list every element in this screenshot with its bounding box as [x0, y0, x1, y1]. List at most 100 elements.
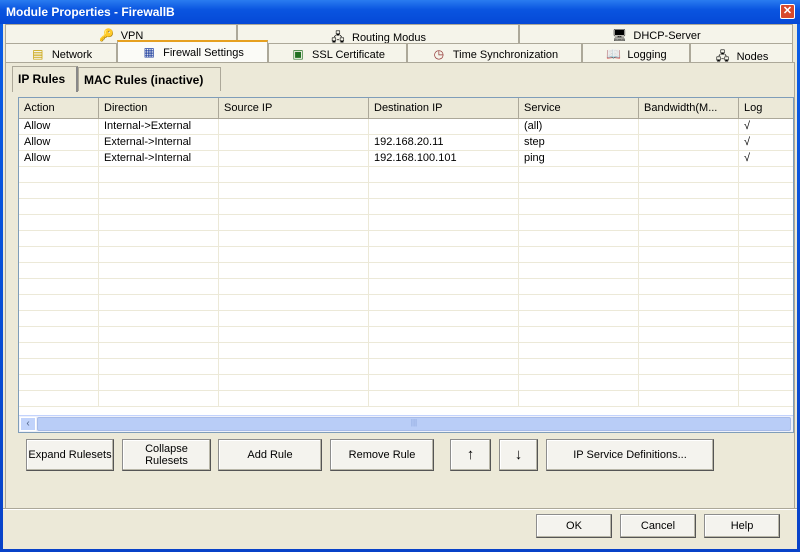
collapse-rulesets-button[interactable]: Collapse Rulesets: [122, 439, 211, 471]
tab-label: Time Synchronization: [452, 49, 559, 61]
table-row[interactable]: Allow Internal->External (all) √: [19, 119, 793, 135]
column-header[interactable]: Action: [19, 98, 99, 119]
empty-row[interactable]: [19, 247, 793, 263]
table-cell: Allow: [19, 135, 99, 151]
tab-label: Logging: [627, 49, 667, 61]
tab-routing-modus[interactable]: 🖧 Routing Modus: [237, 24, 519, 44]
table-cell: [639, 343, 739, 359]
table-cell: [739, 375, 793, 391]
column-header[interactable]: Destination IP: [369, 98, 519, 119]
table-cell: [369, 231, 519, 247]
move-down-button[interactable]: ↓: [499, 439, 538, 471]
table-cell: [639, 295, 739, 311]
tab-logging[interactable]: 📖 Logging: [582, 43, 690, 63]
subtab-mac-rules[interactable]: MAC Rules (inactive): [78, 67, 221, 91]
table-cell: [369, 215, 519, 231]
remove-rule-button[interactable]: Remove Rule: [330, 439, 434, 471]
table-cell: [99, 327, 219, 343]
horizontal-scrollbar[interactable]: ‹ |||: [19, 415, 793, 432]
table-cell: [739, 279, 793, 295]
column-header[interactable]: Log: [739, 98, 793, 119]
table-cell: [219, 375, 369, 391]
table-cell: [639, 167, 739, 183]
empty-row[interactable]: [19, 215, 793, 231]
column-header[interactable]: Direction: [99, 98, 219, 119]
add-rule-button[interactable]: Add Rule: [218, 439, 322, 471]
empty-row[interactable]: [19, 359, 793, 375]
table-cell: [99, 263, 219, 279]
table-cell: [519, 263, 639, 279]
table-cell: [639, 231, 739, 247]
table-cell: [739, 391, 793, 407]
column-header[interactable]: Service: [519, 98, 639, 119]
key-icon: 🔑: [99, 28, 115, 42]
empty-row[interactable]: [19, 263, 793, 279]
ip-service-definitions-button[interactable]: IP Service Definitions...: [546, 439, 714, 471]
table-cell: [19, 183, 99, 199]
table-cell: (all): [519, 119, 639, 135]
empty-row[interactable]: [19, 279, 793, 295]
table-cell: [219, 119, 369, 135]
table-cell: [219, 391, 369, 407]
arrow-down-icon: ↓: [514, 446, 523, 463]
table-row[interactable]: Allow External->Internal 192.168.100.101 pi…: [19, 151, 793, 167]
tab-network[interactable]: ▤ Network: [5, 43, 117, 63]
table-cell: ping: [519, 151, 639, 167]
table-cell: [99, 215, 219, 231]
empty-row[interactable]: [19, 231, 793, 247]
table-cell: [99, 295, 219, 311]
ok-button[interactable]: OK: [536, 514, 612, 538]
empty-row[interactable]: [19, 167, 793, 183]
table-cell: [639, 263, 739, 279]
table-cell: [639, 183, 739, 199]
scroll-left-icon[interactable]: ‹: [20, 417, 36, 431]
table-cell: [219, 135, 369, 151]
tab-dhcp-server[interactable]: 🖥 DHCP-Server: [519, 24, 793, 44]
empty-row[interactable]: [19, 183, 793, 199]
move-up-button[interactable]: ↑: [450, 439, 491, 471]
tab-ssl-certificate[interactable]: ▣ SSL Certificate: [268, 43, 407, 63]
dhcp-computer-icon: 🖥: [611, 28, 627, 42]
empty-row[interactable]: [19, 391, 793, 407]
expand-rulesets-button[interactable]: Expand Rulesets: [26, 439, 114, 471]
cancel-button[interactable]: Cancel: [620, 514, 696, 538]
subtab-ip-rules[interactable]: IP Rules: [12, 66, 78, 92]
table-cell: [519, 375, 639, 391]
dialog-window: Module Properties - FirewallB ✕ 🔑 VPN 🖧 Ro…: [0, 0, 800, 552]
column-header[interactable]: Source IP: [219, 98, 369, 119]
table-cell: [219, 199, 369, 215]
empty-row[interactable]: [19, 327, 793, 343]
help-button[interactable]: Help: [704, 514, 780, 538]
table-row[interactable]: Allow External->Internal 192.168.20.11 step…: [19, 135, 793, 151]
table-cell: [639, 375, 739, 391]
table-cell: [99, 391, 219, 407]
table-cell: [739, 311, 793, 327]
close-icon[interactable]: ✕: [780, 4, 795, 19]
empty-row[interactable]: [19, 343, 793, 359]
tab-firewall-settings[interactable]: ▦ Firewall Settings: [117, 40, 268, 62]
table-cell: External->Internal: [99, 135, 219, 151]
empty-row[interactable]: [19, 311, 793, 327]
scrollbar-thumb[interactable]: |||: [37, 417, 791, 431]
table-cell: [19, 311, 99, 327]
table-cell: [519, 391, 639, 407]
table-cell: [739, 183, 793, 199]
table-cell: [639, 199, 739, 215]
table-cell: [739, 359, 793, 375]
table-cell: [219, 279, 369, 295]
table-cell: [19, 343, 99, 359]
table-cell: [639, 359, 739, 375]
empty-row[interactable]: [19, 295, 793, 311]
table-cell: [219, 247, 369, 263]
column-header[interactable]: Bandwidth(M...: [639, 98, 739, 119]
table-cell: [739, 327, 793, 343]
empty-row[interactable]: [19, 199, 793, 215]
empty-row[interactable]: [19, 375, 793, 391]
footer-divider: [3, 508, 797, 510]
table-cell: [369, 375, 519, 391]
title-bar[interactable]: Module Properties - FirewallB ✕: [0, 0, 800, 24]
firewall-settings-panel: IP Rules MAC Rules (inactive) Action Dire…: [5, 62, 795, 510]
tab-nodes[interactable]: 🖧 Nodes: [690, 43, 793, 63]
tab-time-synchronization[interactable]: ◷ Time Synchronization: [407, 43, 582, 63]
rules-table: Action Direction Source IP Destination IP Se…: [18, 97, 794, 433]
